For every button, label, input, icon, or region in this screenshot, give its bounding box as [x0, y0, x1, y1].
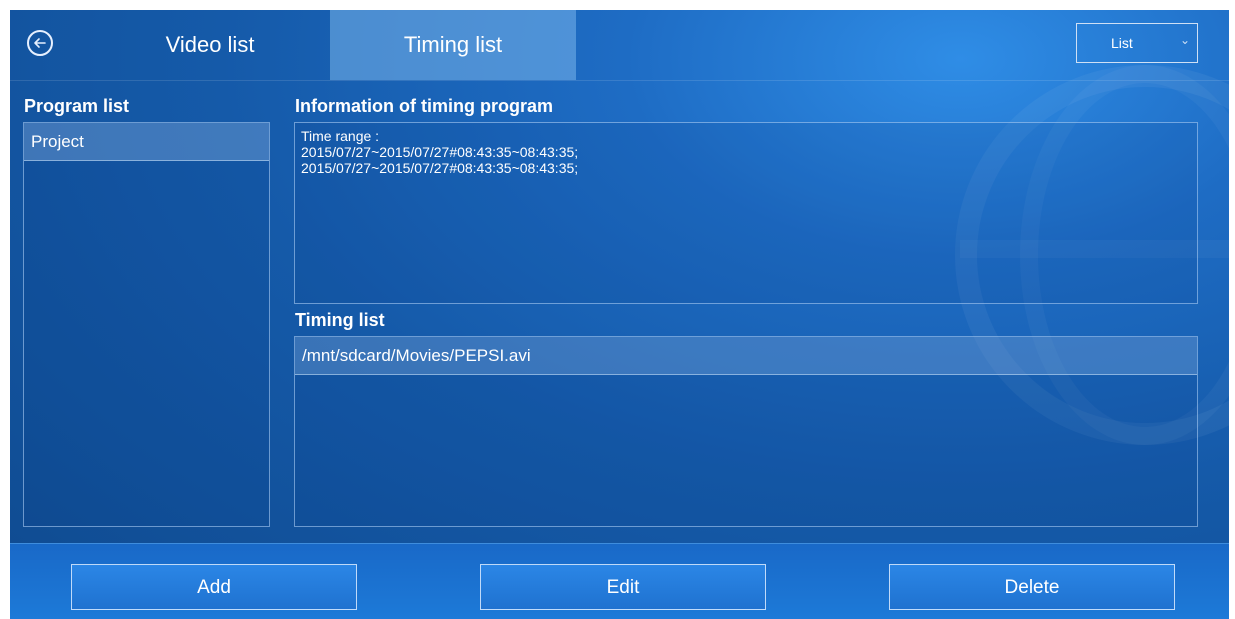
- timing-list-item[interactable]: /mnt/sdcard/Movies/PEPSI.avi: [295, 337, 1197, 375]
- info-title: Information of timing program: [295, 96, 553, 116]
- add-button[interactable]: Add: [71, 564, 357, 610]
- program-list-item[interactable]: Project: [24, 123, 269, 161]
- delete-button[interactable]: Delete: [889, 564, 1175, 610]
- chevron-down-icon: ⌄: [1180, 33, 1191, 47]
- info-panel: Time range : 2015/07/27~2015/07/27#08:43…: [294, 122, 1198, 304]
- view-mode-select[interactable]: List ⌄: [1076, 23, 1198, 63]
- time-range-text: Time range : 2015/07/27~2015/07/27#08:43…: [301, 128, 579, 176]
- program-list-title: Program list: [24, 96, 130, 116]
- timing-list-panel: /mnt/sdcard/Movies/PEPSI.avi: [294, 336, 1198, 527]
- footer-bar: Add Edit Delete: [10, 543, 1229, 619]
- timing-list-title: Timing list: [295, 310, 385, 330]
- view-mode-value: List: [1111, 35, 1133, 51]
- header-bar: Video list Timing list List ⌄: [10, 10, 1229, 81]
- back-arrow-circle-icon[interactable]: [27, 30, 53, 56]
- tab-timing-list[interactable]: Timing list: [330, 10, 576, 80]
- app-screen: Video list Timing list List ⌄ Program li…: [10, 10, 1229, 619]
- program-list-panel: Project: [23, 122, 270, 527]
- edit-button[interactable]: Edit: [480, 564, 766, 610]
- tab-video-list[interactable]: Video list: [120, 10, 300, 80]
